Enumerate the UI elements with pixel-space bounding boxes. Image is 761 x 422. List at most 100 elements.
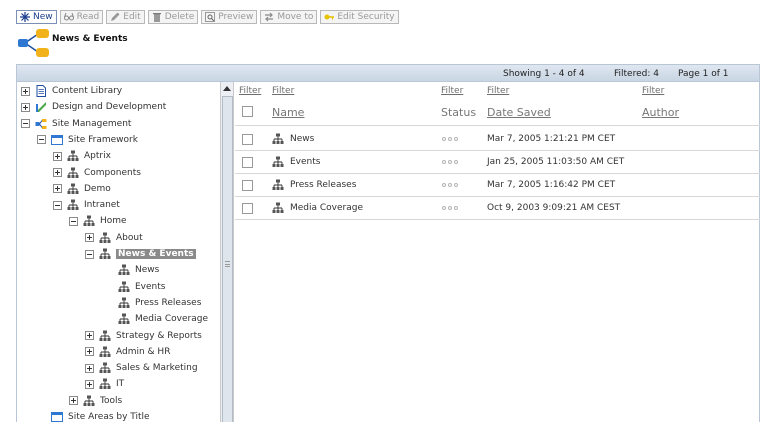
collapse-icon[interactable] [21, 119, 30, 129]
filter-link-select[interactable]: Filter [239, 86, 261, 96]
site-area-icon [67, 167, 79, 179]
tree-item[interactable]: Sales & Marketing [85, 361, 198, 375]
edit-security-button-label: Edit Security [337, 12, 395, 22]
site-area-tree-icon [16, 28, 52, 58]
tree-item-label: Admin & HR [116, 346, 171, 357]
tree-item-label: Site Areas by Title [68, 412, 150, 422]
preview-button-label: Preview [218, 12, 254, 22]
tree-item[interactable]: Events [104, 280, 165, 294]
edit-button-label: Edit [123, 12, 141, 22]
window-icon [51, 411, 63, 422]
site-area-icon [99, 378, 111, 390]
toolbar: New Read Edit Delete Preview Move to Edi… [16, 10, 399, 24]
tree-item-label: Design and Development [52, 102, 167, 113]
tree-scrollbar[interactable] [220, 82, 234, 422]
tree-item[interactable]: Press Releases [104, 296, 201, 310]
tree-item[interactable]: Design and Development [21, 100, 166, 114]
tree-item[interactable]: Site Areas by Title [37, 410, 150, 422]
move-arrows-icon [264, 12, 274, 22]
tree-item[interactable]: Home [69, 214, 127, 228]
table-row-name[interactable]: Press Releases [272, 178, 356, 192]
tree-item-label: Demo [84, 183, 111, 194]
expand-icon[interactable] [53, 184, 62, 194]
filter-link-status[interactable]: Filter [441, 86, 463, 96]
site-area-icon [83, 215, 95, 227]
row-name-label: News [290, 134, 315, 144]
table-row-name[interactable]: Media Coverage [272, 201, 363, 215]
tree-item[interactable]: About [85, 231, 143, 245]
tree-item[interactable]: News & Events [85, 247, 196, 261]
tree-item-label: Press Releases [135, 297, 202, 308]
filter-link-date[interactable]: Filter [487, 86, 509, 96]
row-divider [235, 150, 760, 151]
table-row-name[interactable]: News [272, 132, 314, 146]
column-header-name[interactable]: Name [272, 106, 304, 119]
site-area-icon [83, 395, 95, 407]
tree-item[interactable]: News [104, 263, 159, 277]
site-management-icon [35, 118, 47, 130]
tree-item[interactable]: IT [85, 377, 124, 391]
select-all-checkbox[interactable] [242, 106, 253, 117]
expand-icon[interactable] [85, 347, 94, 357]
row-checkbox[interactable] [242, 134, 253, 145]
tree-item[interactable]: Aptrix [53, 149, 111, 163]
collapse-icon[interactable] [53, 200, 62, 210]
site-area-icon [272, 133, 284, 145]
page-title: News & Events [52, 34, 128, 44]
filter-link-name[interactable]: Filter [272, 86, 294, 96]
window-icon [51, 134, 63, 146]
tree-item-label: IT [116, 379, 125, 390]
delete-button[interactable]: Delete [147, 10, 199, 24]
read-glasses-icon [63, 12, 74, 22]
read-button[interactable]: Read [59, 10, 104, 24]
tree-item[interactable]: Demo [53, 182, 111, 196]
row-checkbox[interactable] [242, 180, 253, 191]
site-area-icon [272, 179, 284, 191]
tree-item[interactable]: Tools [69, 394, 122, 408]
tree-item[interactable]: Components [53, 166, 141, 180]
tree-item[interactable]: Admin & HR [85, 345, 170, 359]
design-ruler-icon [35, 101, 47, 113]
new-button-label: New [33, 12, 53, 22]
collapse-icon[interactable] [37, 135, 46, 145]
collapse-icon[interactable] [69, 216, 78, 226]
new-button[interactable]: New [16, 10, 57, 24]
expand-icon[interactable] [21, 86, 30, 96]
tree-item[interactable]: Strategy & Reports [85, 329, 202, 343]
tree-item[interactable]: Site Framework [37, 133, 138, 147]
tree-item[interactable]: Intranet [53, 198, 120, 212]
scroll-up-arrow[interactable] [221, 82, 233, 94]
tree-item[interactable]: Site Management [21, 117, 131, 131]
tree-item-label: Sales & Marketing [116, 363, 198, 374]
move-to-button[interactable]: Move to [260, 10, 318, 24]
collapse-icon[interactable] [85, 249, 94, 259]
row-divider [235, 173, 760, 174]
preview-button[interactable]: Preview [201, 10, 258, 24]
tree-item[interactable]: Media Coverage [104, 312, 208, 326]
row-checkbox[interactable] [242, 157, 253, 168]
expand-icon[interactable] [21, 102, 30, 112]
column-header-author[interactable]: Author [642, 106, 679, 119]
row-name-label: Media Coverage [290, 203, 364, 213]
filter-link-author[interactable]: Filter [642, 86, 664, 96]
expand-icon[interactable] [85, 233, 94, 243]
expand-icon[interactable] [85, 363, 94, 373]
edit-button[interactable]: Edit [106, 10, 145, 24]
expand-icon[interactable] [85, 379, 94, 389]
site-area-icon [272, 202, 284, 214]
expand-icon[interactable] [53, 151, 62, 161]
row-checkbox[interactable] [242, 203, 253, 214]
table-row-name[interactable]: Events [272, 155, 320, 169]
scroll-thumb[interactable] [222, 96, 233, 422]
pencil-icon [110, 12, 120, 22]
column-header-status: Status [441, 106, 477, 119]
expand-icon[interactable] [69, 396, 78, 406]
status-indicator-icon [442, 206, 458, 210]
column-header-date-saved[interactable]: Date Saved [487, 106, 551, 119]
edit-security-button[interactable]: Edit Security [320, 10, 399, 24]
expand-icon[interactable] [53, 168, 62, 177]
expand-icon[interactable] [85, 331, 94, 340]
tree-item[interactable]: Content Library [21, 84, 122, 98]
